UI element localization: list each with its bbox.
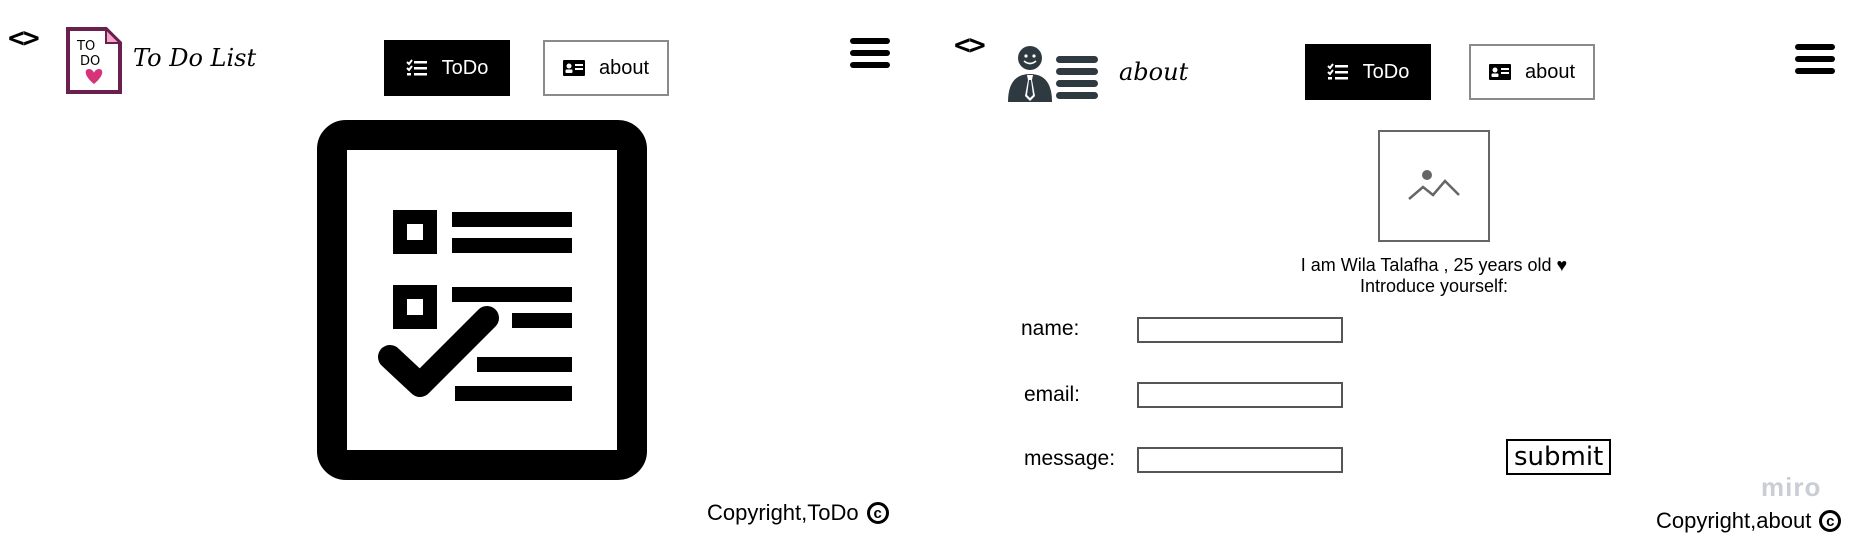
nav-about-button[interactable]: about xyxy=(543,40,669,96)
checklist-illustration-icon xyxy=(317,120,647,480)
miro-watermark: miro xyxy=(1761,472,1822,502)
copyright-footer: Copyright,about c xyxy=(1656,508,1842,534)
message-label: message: xyxy=(1024,447,1116,470)
id-card-icon xyxy=(1488,64,1511,80)
person-profile-icon xyxy=(1008,46,1098,102)
copyright-text: Copyright,ToDo xyxy=(707,500,859,525)
submit-button[interactable]: submit xyxy=(1506,439,1612,475)
checklist-icon xyxy=(405,59,427,76)
brand-title: To Do List xyxy=(133,44,257,72)
nav-todo-button[interactable]: ToDo xyxy=(1305,44,1431,100)
svg-text:DO: DO xyxy=(80,54,100,69)
hamburger-menu-icon[interactable] xyxy=(850,38,890,74)
code-brackets-icon: <> xyxy=(954,28,986,61)
copyright-icon: c xyxy=(866,502,889,524)
message-input[interactable] xyxy=(1137,447,1343,473)
checklist-icon xyxy=(1326,63,1348,80)
code-brackets-icon: <> xyxy=(8,21,40,54)
email-label: email: xyxy=(1024,383,1081,406)
intro-line-1: I am Wila Talafha , 25 years old ♥ xyxy=(1300,255,1568,275)
todo-page-panel: <> TO DO To Do List ToDo about Copyright… xyxy=(0,0,929,537)
name-input[interactable] xyxy=(1137,317,1343,343)
copyright-icon: c xyxy=(1819,510,1842,532)
profile-image-placeholder xyxy=(1378,130,1490,242)
brand-title: about xyxy=(1119,58,1189,86)
intro-line-2: Introduce yourself: xyxy=(1359,276,1509,296)
nav-todo-label: ToDo xyxy=(1362,60,1410,83)
todo-logo-icon: TO DO xyxy=(66,26,123,94)
image-placeholder-icon xyxy=(1408,170,1460,200)
nav-todo-button[interactable]: ToDo xyxy=(384,40,510,96)
nav-todo-label: ToDo xyxy=(441,56,489,79)
copyright-text: Copyright,about xyxy=(1656,508,1812,533)
copyright-footer: Copyright,ToDo c xyxy=(707,500,889,526)
svg-text:TO: TO xyxy=(76,39,95,54)
nav-about-button[interactable]: about xyxy=(1469,44,1595,100)
nav-about-label: about xyxy=(1524,60,1576,83)
hamburger-menu-icon[interactable] xyxy=(1795,44,1835,80)
intro-text: I am Wila Talafha , 25 years old ♥ Intro… xyxy=(1184,255,1684,297)
about-page-panel: <> about ToDo about I am Wila Talafha , … xyxy=(929,0,1858,537)
nav-about-label: about xyxy=(598,56,650,79)
name-label: name: xyxy=(1021,317,1080,340)
email-input[interactable] xyxy=(1137,382,1343,408)
id-card-icon xyxy=(562,60,585,76)
